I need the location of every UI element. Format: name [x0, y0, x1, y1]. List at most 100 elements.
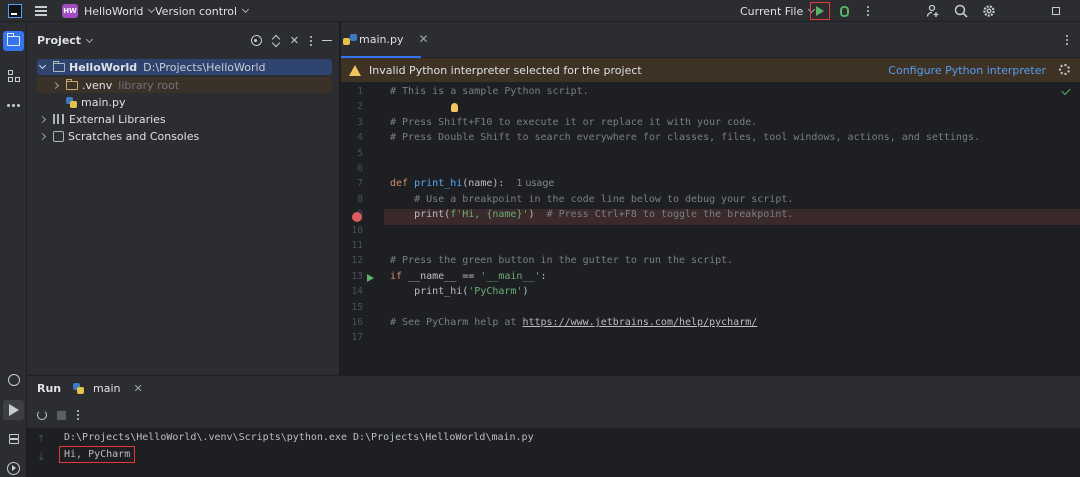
restore-window-button[interactable]	[1052, 0, 1060, 22]
version-control-menu[interactable]: Version control	[155, 0, 250, 22]
services-icon	[7, 461, 20, 475]
more-vertical-icon[interactable]	[309, 35, 312, 46]
more-vertical-icon[interactable]	[1065, 35, 1068, 45]
line-number: 2	[357, 101, 363, 113]
more-vertical-icon	[866, 6, 869, 16]
chevron-right-icon	[38, 132, 47, 140]
line-number: 12	[351, 255, 363, 267]
python-packages-tool-button[interactable]	[3, 370, 24, 390]
help-link[interactable]: https://www.jetbrains.com/help/pycharm/	[522, 317, 757, 328]
scroll-up-icon[interactable]: ↑	[37, 434, 45, 445]
more-tool-windows-button[interactable]	[3, 95, 24, 115]
code-token: print_hi(	[390, 286, 469, 298]
tree-item-note: library root	[118, 78, 180, 92]
lightbulb-icon[interactable]	[451, 103, 458, 112]
run-panel: Run main ✕ ↑ ↓ D:\Projects\HelloWorld\.v…	[27, 375, 1080, 477]
breakpoint-icon[interactable]	[352, 212, 362, 222]
code-line: # This is a sample Python script.	[390, 86, 589, 97]
more-horizontal-icon	[7, 103, 20, 107]
title-bar: HW HelloWorld Version control Current Fi…	[0, 0, 1080, 22]
gear-icon[interactable]	[1059, 64, 1070, 75]
select-opened-file-icon[interactable]	[250, 35, 262, 46]
search-everywhere-button[interactable]	[954, 0, 968, 22]
rerun-icon[interactable]	[37, 410, 47, 420]
run-console[interactable]: ↑ ↓ D:\Projects\HelloWorld\.venv\Scripts…	[27, 428, 1080, 477]
editor-area: main.py ✕ Invalid Python interpreter sel…	[341, 22, 1080, 375]
chevron-down-icon	[242, 5, 250, 14]
line-number: 7	[357, 178, 363, 190]
inspection-ok-icon[interactable]	[1061, 85, 1071, 96]
close-icon[interactable]: ✕	[133, 382, 142, 395]
run-tool-button[interactable]	[3, 400, 24, 420]
add-user-icon	[926, 4, 939, 17]
search-icon	[954, 4, 968, 18]
line-number: 10	[351, 224, 363, 236]
line-number: 1	[357, 86, 363, 97]
code-token-function: print_hi	[414, 178, 463, 190]
gutter-run-icon[interactable]	[367, 274, 374, 282]
code-token-string: '__main__'	[480, 270, 541, 282]
tab-main-py[interactable]: main.py ✕	[341, 22, 429, 58]
line-number: 3	[357, 116, 363, 128]
code-token-comment: # Press Ctrl+F8 to toggle the breakpoint…	[546, 209, 794, 221]
project-switcher[interactable]: HW HelloWorld	[62, 0, 156, 22]
code-editor[interactable]: 1 2 3 4 5 6 7 8 9 10 11 12 13 14 15 16 1…	[341, 82, 1080, 375]
run-configuration-selector[interactable]: Current File	[740, 0, 816, 22]
code-token: __name__ ==	[408, 270, 481, 282]
code-line: def print_hi(name): 1 usage	[390, 176, 554, 191]
project-name: HelloWorld	[84, 4, 144, 18]
project-view-selector[interactable]: Project	[37, 34, 94, 47]
configure-interpreter-link[interactable]: Configure Python interpreter	[888, 64, 1046, 77]
more-vertical-icon[interactable]	[76, 410, 79, 420]
expand-collapse-icon[interactable]	[272, 35, 280, 47]
tree-item-label: HelloWorld	[69, 60, 138, 74]
chevron-down-icon	[86, 35, 94, 43]
close-icon[interactable]: ✕	[418, 32, 428, 46]
tree-item-external-libraries[interactable]: External Libraries	[37, 111, 332, 127]
tree-item-scratches[interactable]: Scratches and Consoles	[37, 128, 332, 144]
more-actions-button[interactable]	[866, 0, 869, 22]
structure-tool-button[interactable]	[3, 66, 24, 86]
stop-icon[interactable]	[57, 410, 66, 420]
tree-item-label: Scratches and Consoles	[68, 129, 200, 143]
run-icon	[816, 6, 824, 16]
scroll-down-icon[interactable]: ↓	[37, 452, 45, 463]
code-token: (name):	[462, 178, 505, 190]
tree-item-label: main.py	[81, 95, 126, 109]
code-with-me-button[interactable]	[926, 0, 940, 22]
bug-icon	[840, 5, 849, 17]
run-tab-main[interactable]: main ✕	[73, 382, 143, 395]
tree-item-venv[interactable]: .venv library root	[37, 77, 332, 93]
layers-tool-button[interactable]	[3, 429, 24, 449]
code-token-keyword: if	[390, 270, 409, 282]
code-token-string: 'PyCharm'	[468, 286, 523, 298]
structure-icon	[7, 70, 20, 82]
main-menu-button[interactable]	[35, 0, 47, 22]
python-packages-icon	[7, 374, 20, 386]
services-tool-button[interactable]	[3, 458, 24, 477]
close-icon[interactable]: ✕	[290, 34, 299, 47]
code-token: print(	[390, 209, 451, 221]
pycharm-logo-icon	[8, 4, 22, 18]
line-number: 13	[351, 270, 363, 282]
python-file-icon	[73, 383, 84, 394]
line-number: 15	[351, 301, 363, 313]
project-panel: Project ✕ HelloWorld D:\Projects\HelloWo…	[27, 22, 340, 375]
library-icon	[53, 114, 64, 124]
console-output-line: Hi, PyCharm	[64, 449, 131, 460]
settings-button[interactable]	[982, 0, 996, 22]
scratches-icon	[53, 130, 64, 142]
run-button[interactable]	[810, 0, 830, 22]
project-tool-button[interactable]	[3, 31, 24, 51]
usage-hint[interactable]: 1 usage	[516, 178, 554, 189]
folder-icon	[66, 78, 78, 90]
editor-tabs: main.py ✕	[341, 22, 1080, 58]
tree-item-helloworld[interactable]: HelloWorld D:\Projects\HelloWorld	[37, 59, 332, 75]
folder-icon	[53, 60, 65, 72]
tree-item-main-py[interactable]: main.py	[37, 94, 332, 110]
code-token-string: f'Hi, {name}'	[450, 209, 529, 221]
hide-panel-icon[interactable]	[322, 39, 332, 42]
debug-button[interactable]	[840, 0, 849, 22]
line-number: 11	[351, 240, 363, 251]
code-line: if __name__ == '__main__':	[390, 269, 547, 284]
